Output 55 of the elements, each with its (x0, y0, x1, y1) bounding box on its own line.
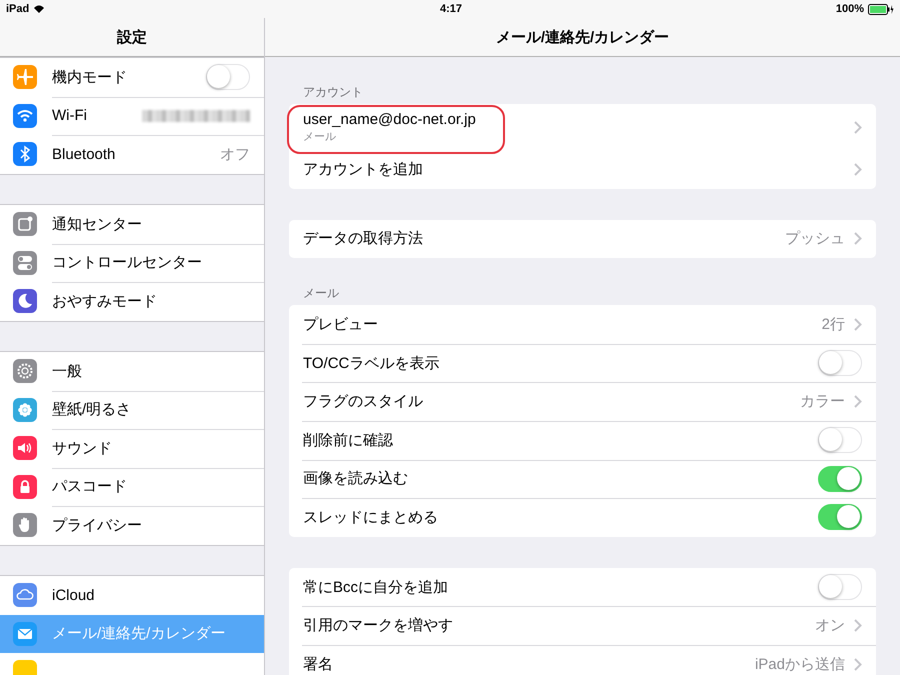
sidebar-item[interactable]: 壁紙/明るさ (0, 390, 264, 429)
settings-row[interactable]: アカウントを追加 (289, 150, 876, 189)
sidebar-title: 設定 (117, 28, 147, 46)
sidebar-item[interactable]: おやすみモード (0, 282, 264, 320)
settings-row[interactable]: データの取得方法 プッシュ (289, 220, 876, 258)
sidebar-item[interactable]: 機内モード (0, 58, 264, 96)
sidebar-item[interactable]: パスコード (0, 468, 264, 506)
sidebar-item[interactable]: プライバシー (0, 506, 264, 544)
chevron-icon (854, 232, 862, 246)
account-type: メール (303, 130, 337, 144)
chevron-icon (854, 658, 862, 671)
settings-row[interactable]: プレビュー 2行 (289, 305, 876, 344)
toggle-switch[interactable] (818, 504, 862, 530)
row-label: 画像を読み込む (303, 469, 409, 488)
settings-row[interactable]: 署名 iPadから送信 (289, 644, 876, 675)
sidebar-item[interactable]: 通知センター (0, 205, 264, 244)
chevron-icon (854, 318, 862, 331)
section-header: アカウント (302, 84, 364, 101)
battery-icon (868, 4, 894, 14)
row-value: プッシュ (785, 229, 845, 248)
chevron-icon (854, 162, 862, 176)
row-value: 2行 (822, 314, 845, 334)
device-name: iPad (6, 3, 30, 15)
sidebar-item[interactable]: コントロールセンター (0, 244, 264, 282)
toggle-switch[interactable] (206, 64, 250, 90)
toggle-switch[interactable] (818, 466, 862, 492)
clock: 4:17 (440, 3, 462, 15)
section-header: メール (302, 285, 340, 302)
row-label: TO/CCラベルを表示 (303, 354, 440, 373)
row-value: カラー (800, 392, 845, 412)
battery-percent: 100% (836, 3, 864, 15)
settings-row[interactable]: 引用のマークを増やす オン (289, 606, 876, 645)
sidebar-item[interactable]: 一般 (0, 352, 264, 390)
row-label: スレッドにまとめる (303, 508, 439, 527)
page-title: メール/連絡先/カレンダー (496, 28, 670, 46)
row-label: 常にBccに自分を追加 (303, 578, 450, 597)
chevron-icon (854, 120, 862, 134)
account-address: user_name@doc-net.or.jp (303, 110, 477, 128)
sidebar-item[interactable]: Wi-Fi (0, 96, 264, 135)
sidebar-item[interactable]: iCloud (0, 576, 264, 614)
settings-row[interactable]: フラグのスタイル カラー (289, 382, 876, 421)
toggle-switch[interactable] (818, 350, 862, 376)
chevron-icon (854, 619, 862, 632)
toggle-switch[interactable] (818, 427, 862, 454)
sidebar-item[interactable]: サウンド (0, 429, 264, 468)
account-row[interactable]: user_name@doc-net.or.jp メール (289, 104, 876, 150)
row-value: iPadから送信 (754, 654, 845, 674)
item-value: オフ (220, 144, 250, 164)
app-icon[interactable] (13, 660, 37, 675)
row-value: オン (815, 616, 845, 636)
toggle-switch[interactable] (818, 574, 862, 600)
wifi-icon (33, 4, 46, 14)
chevron-icon (854, 395, 862, 408)
row-label: 削除前に確認 (303, 430, 394, 450)
sidebar-item[interactable]: Bluetooth オフ (0, 135, 264, 174)
